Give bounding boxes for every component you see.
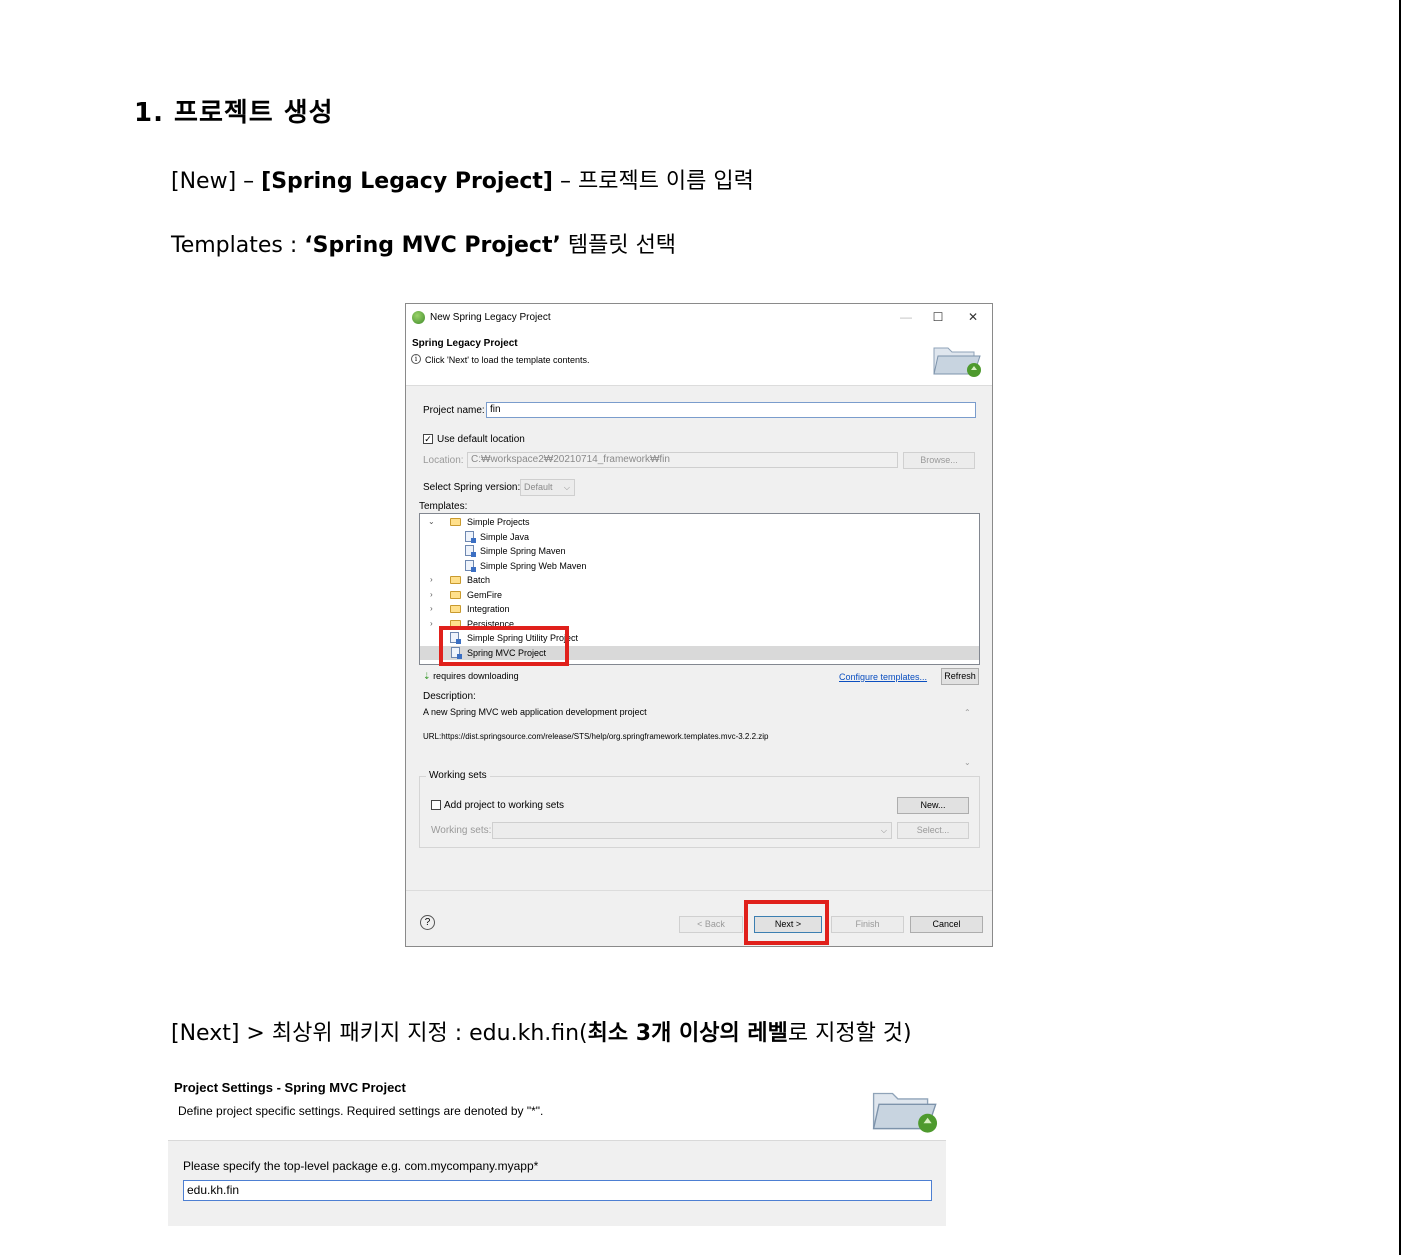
tree-item-label: Simple Spring Maven xyxy=(480,546,566,556)
template-file-icon xyxy=(465,559,476,572)
spring-version-label: Select Spring version: xyxy=(423,482,521,493)
top-level-package-input[interactable]: edu.kh.fin xyxy=(183,1180,932,1201)
project-settings-title: Project Settings - Spring MVC Project xyxy=(174,1080,406,1095)
tree-item-label: Simple Java xyxy=(480,531,530,542)
spring-app-icon xyxy=(412,311,425,324)
help-icon[interactable]: ? xyxy=(420,915,435,930)
tree-item-label: Simple Spring Web Maven xyxy=(480,560,587,571)
configure-templates-link[interactable]: Configure templates... xyxy=(839,672,927,682)
spring-version-select[interactable]: Default ⌵ xyxy=(520,479,575,496)
tree-item-simple-projects[interactable]: ⌄ Simple Projects xyxy=(420,515,979,530)
folder-icon xyxy=(450,590,461,599)
top-level-package-label: Please specify the top-level package e.g… xyxy=(183,1159,539,1173)
window-title: New Spring Legacy Project xyxy=(430,312,551,323)
folder-icon xyxy=(450,576,461,584)
info-icon: i xyxy=(411,354,421,364)
project-settings-panel: Project Settings - Spring MVC Project De… xyxy=(168,1072,946,1226)
instruction-1-prefix: [New] – xyxy=(171,169,262,194)
instruction-line-3: [Next] > 최상위 패키지 지정 : edu.kh.fin(최소 3개 이… xyxy=(171,1015,912,1047)
chevron-down-icon: ⌵ xyxy=(880,826,887,835)
chevron-down-icon[interactable]: ⌄ xyxy=(428,515,435,529)
chevron-right-icon[interactable]: › xyxy=(430,573,433,587)
back-button[interactable]: < Back xyxy=(679,916,743,933)
description-text: A new Spring MVC web application develop… xyxy=(423,707,647,717)
finish-button[interactable]: Finish xyxy=(831,916,904,933)
project-name-label: Project name: xyxy=(423,405,485,416)
description-url: URL:https://dist.springsource.com/releas… xyxy=(423,732,769,741)
minimize-button[interactable]: — xyxy=(892,309,920,325)
requires-downloading-note: ⇣ requires downloading xyxy=(423,671,519,682)
instruction-line-1: [New] – [Spring Legacy Project] – 프로젝트 이… xyxy=(171,163,754,195)
tree-item-label: Batch xyxy=(467,575,491,585)
header-title: Spring Legacy Project xyxy=(412,338,518,349)
scroll-up-icon[interactable]: ⌃ xyxy=(964,708,971,717)
location-label: Location: xyxy=(423,455,464,466)
working-sets-label: Working sets: xyxy=(431,825,492,836)
instruction-2-prefix: Templates : xyxy=(171,233,305,258)
chevron-right-icon[interactable]: › xyxy=(430,588,433,602)
instruction-2-suffix: 템플릿 선택 xyxy=(560,233,677,258)
refresh-button[interactable]: Refresh xyxy=(941,668,979,685)
section-heading: 1. 프로젝트 생성 xyxy=(134,98,334,128)
select-working-sets-button[interactable]: Select... xyxy=(897,822,969,839)
use-default-location-label: Use default location xyxy=(437,434,525,445)
tree-item-label: Integration xyxy=(467,604,510,614)
requires-downloading-label: requires downloading xyxy=(433,671,519,681)
header-message: Click 'Next' to load the template conten… xyxy=(425,355,590,365)
folder-wizard-icon xyxy=(872,1092,938,1133)
browse-button[interactable]: Browse... xyxy=(903,452,975,469)
folder-wizard-icon xyxy=(933,347,981,377)
instruction-1-suffix: – 프로젝트 이름 입력 xyxy=(552,169,754,194)
folder-icon xyxy=(450,518,461,526)
tree-item-label: Simple Projects xyxy=(467,517,530,527)
tree-item-batch[interactable]: › Batch xyxy=(420,573,979,588)
download-arrow-icon: ⇣ xyxy=(423,671,431,681)
close-button[interactable]: ✕ xyxy=(959,309,987,325)
dialog-header: Spring Legacy Project i Click 'Next' to … xyxy=(406,330,992,386)
tree-item-simple-spring-maven[interactable]: Simple Spring Maven xyxy=(420,544,979,559)
new-working-set-button[interactable]: New... xyxy=(897,797,969,814)
use-default-location-checkbox[interactable]: ✓ xyxy=(423,434,433,444)
chevron-right-icon[interactable]: › xyxy=(430,617,433,631)
spring-version-value: Default xyxy=(524,482,553,492)
tree-item-simple-java[interactable]: Simple Java xyxy=(420,530,979,545)
project-settings-body: Please specify the top-level package e.g… xyxy=(168,1141,946,1226)
instruction-3-suffix: 로 지정할 것) xyxy=(787,1021,912,1046)
cancel-button[interactable]: Cancel xyxy=(910,916,983,933)
spring-mvc-highlight-box xyxy=(439,626,569,666)
working-sets-group: Working sets Add project to working sets… xyxy=(419,770,980,848)
add-to-working-sets-checkbox[interactable] xyxy=(431,800,441,810)
instruction-3-bold: 최소 3개 이상의 레벨 xyxy=(587,1021,788,1046)
tree-item-label: GemFire xyxy=(467,589,503,600)
tree-item-gemfire[interactable]: › GemFire xyxy=(420,588,979,603)
chevron-right-icon[interactable]: › xyxy=(430,602,433,616)
tree-item-simple-spring-web-maven[interactable]: Simple Spring Web Maven xyxy=(420,559,979,574)
location-input[interactable]: C:₩workspace2₩20210714_framework₩fin xyxy=(467,452,898,468)
instruction-2-bold: ‘Spring MVC Project’ xyxy=(304,233,561,258)
new-spring-legacy-project-dialog: New Spring Legacy Project — ☐ ✕ Spring L… xyxy=(405,303,993,947)
working-sets-group-title: Working sets xyxy=(426,770,490,781)
instruction-line-2: Templates : ‘Spring MVC Project’ 템플릿 선택 xyxy=(171,227,676,259)
description-label: Description: xyxy=(423,691,476,702)
scroll-down-icon[interactable]: ⌄ xyxy=(964,758,971,767)
add-to-working-sets-label: Add project to working sets xyxy=(444,800,565,811)
project-name-input[interactable]: fin xyxy=(486,402,976,418)
project-settings-subtitle: Define project specific settings. Requir… xyxy=(178,1104,544,1118)
templates-label: Templates: xyxy=(419,501,468,512)
template-file-icon xyxy=(465,530,476,543)
project-settings-header: Project Settings - Spring MVC Project De… xyxy=(168,1072,946,1141)
instruction-3-prefix: [Next] > 최상위 패키지 지정 : edu.kh.fin( xyxy=(171,1021,588,1046)
dialog-titlebar: New Spring Legacy Project — ☐ ✕ xyxy=(406,304,992,330)
working-sets-select[interactable]: ⌵ xyxy=(492,822,892,839)
instruction-1-bold: [Spring Legacy Project] xyxy=(261,169,553,194)
chevron-down-icon: ⌵ xyxy=(563,483,570,492)
next-button-highlight-box xyxy=(744,900,829,945)
template-file-icon xyxy=(465,545,476,557)
folder-icon xyxy=(450,605,461,613)
button-bar-separator xyxy=(406,890,992,891)
maximize-button[interactable]: ☐ xyxy=(924,309,952,325)
tree-item-integration[interactable]: › Integration xyxy=(420,602,979,617)
